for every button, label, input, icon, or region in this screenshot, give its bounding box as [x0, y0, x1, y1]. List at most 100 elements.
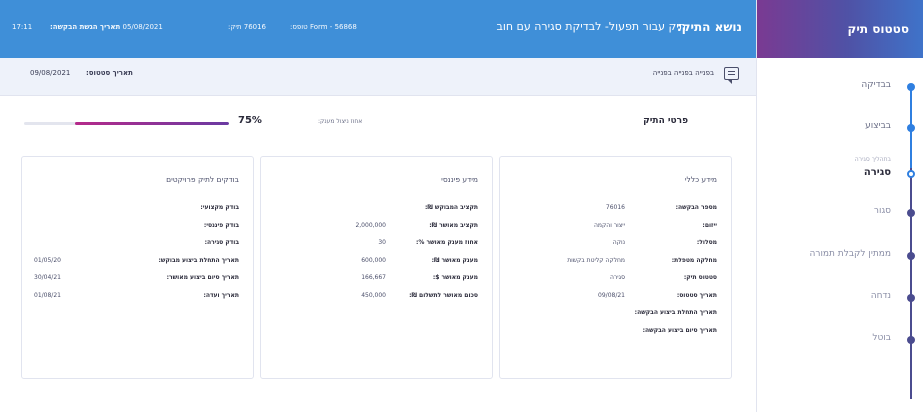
- grant-usage-percent: 75%: [238, 115, 262, 126]
- case-details: פרטי התיק אחוז ניצול מענק: 75% מידע כללי…: [0, 96, 756, 412]
- row-label: סטטוס תיק:: [683, 274, 717, 281]
- row-value: 166,667: [361, 274, 386, 281]
- case-subject-value: תיק עבור תפעול- לבדיקת סגירה עם חוב: [496, 20, 687, 33]
- timeline-step-closing[interactable]: בתהליך סגירה סגירה: [756, 156, 923, 184]
- step-current-dot-icon: [907, 170, 915, 178]
- step-label: בבדיקה: [861, 80, 891, 90]
- section-title: פרטי התיק: [643, 116, 688, 126]
- grant-usage-progress-bar: [24, 122, 229, 125]
- general-info-rows: מספר הבקשה: 76016 ייזום: ייצור והקמה מסלול…: [512, 202, 717, 342]
- step-pending-dot-icon: [907, 209, 915, 217]
- message-icon[interactable]: [724, 67, 739, 84]
- row-value: 01/08/21: [34, 291, 61, 299]
- form-value: Form - 56868: [309, 23, 357, 31]
- row-label: תקציב המבוקש ₪:: [424, 204, 478, 211]
- sidebar-header: סטטוס תיק: [757, 0, 923, 58]
- case-number-value: 76016: [243, 23, 267, 31]
- step-pending-dot-icon: [907, 336, 915, 344]
- info-row: מענק מאושר ₪: 600,000: [273, 255, 478, 273]
- info-row: בודק סגירה:: [34, 237, 239, 255]
- row-label: תאריך סטטוס:: [676, 291, 717, 299]
- row-value: 09/08/21: [598, 291, 625, 299]
- row-label: תאריך סיום ביצוע הבקשה:: [642, 326, 717, 334]
- info-row: תאריך התחלת ביצוע הבקשה:: [512, 307, 717, 325]
- general-info-card: מידע כללי מספר הבקשה: 76016 ייזום: ייצור ו…: [499, 156, 732, 379]
- grant-usage-label: אחוז ניצול מענק:: [318, 118, 363, 125]
- card-title: בודקים לתיק פרויקטים: [166, 175, 239, 184]
- row-value: נוקה: [612, 239, 625, 246]
- timeline-step-cancelled[interactable]: בוטל: [756, 330, 923, 350]
- request-date-meta: 05/08/2021 תאריך הגשת הבקשה:: [50, 23, 163, 31]
- row-value: 01/05/20: [34, 256, 61, 264]
- row-label: מספר הבקשה:: [675, 204, 717, 211]
- info-row: תקציב המבוקש ₪:: [273, 202, 478, 220]
- row-label: בודק פיננסי:: [203, 221, 239, 229]
- step-label: בביצוע: [865, 121, 891, 131]
- row-value: 76016: [605, 204, 625, 211]
- status-timeline: בבדיקה בביצוע בתהליך סגירה סגירה סגור ממ…: [756, 58, 923, 412]
- info-row: תאריך סיום ביצוע הבקשה:: [512, 325, 717, 343]
- request-date-label: תאריך הגשת הבקשה:: [50, 23, 121, 31]
- row-label: מענק מאושר ₪:: [431, 256, 478, 264]
- row-label: בודק סגירה:: [204, 239, 239, 246]
- row-value: 2,000,000: [355, 221, 386, 229]
- card-title: מידע פיננסי: [441, 175, 478, 184]
- info-row: תאריך סיום ביצוע מאושר: 30/04/21: [34, 272, 239, 290]
- status-date-value: 09/08/2021: [30, 69, 71, 77]
- row-value: ייצור והקמה: [594, 221, 625, 229]
- timeline-step-reviewing[interactable]: בבדיקה: [756, 77, 923, 97]
- case-subheader: בפנייה בפנייה בפנייה תאריך סטטוס: 09/08/…: [0, 58, 756, 96]
- info-row: סכום מאושר לתשלום ₪: 450,000: [273, 290, 478, 308]
- row-label: תאריך התחלת ביצוע מבוקש:: [158, 256, 239, 264]
- step-label: ממתין לקבלת תמורה: [809, 249, 891, 259]
- message-link[interactable]: בפנייה בפנייה בפנייה: [653, 69, 714, 77]
- row-label: ייזום:: [702, 221, 717, 229]
- reviewers-card: בודקים לתיק פרויקטים בודק מקצועי: בודק פ…: [21, 156, 254, 379]
- row-label: תאריך התחלת ביצוע הבקשה:: [634, 309, 717, 316]
- info-row: מחלקה מטפלת: מחלקה קליטת בקשות: [512, 255, 717, 273]
- row-label: מחלקה מטפלת:: [671, 256, 717, 264]
- info-row: תאריך ועדה: 01/08/21: [34, 290, 239, 308]
- info-row: תאריך התחלת ביצוע מבוקש: 01/05/20: [34, 255, 239, 273]
- form-label: טופס:: [290, 23, 308, 31]
- row-label: תאריך ועדה:: [203, 291, 239, 299]
- grant-usage-progress-fill: [75, 122, 229, 125]
- request-date-value: 05/08/2021: [122, 23, 163, 31]
- step-label: סגור: [873, 206, 891, 216]
- info-row: תאריך סטטוס: 09/08/21: [512, 290, 717, 308]
- row-value: מחלקה קליטת בקשות: [567, 256, 625, 264]
- form-meta: Form - 56868 טופס:: [290, 23, 357, 31]
- step-sublabel: בתהליך סגירה: [854, 156, 891, 163]
- timeline-step-closed[interactable]: סגור: [756, 203, 923, 223]
- row-label: סכום מאושר לתשלום ₪:: [409, 291, 478, 299]
- financial-info-card: מידע פיננסי תקציב המבוקש ₪: תקציב מאושר …: [260, 156, 493, 379]
- info-row: בודק מקצועי:: [34, 202, 239, 220]
- case-header-bar: נושא התיק: תיק עבור תפעול- לבדיקת סגירה …: [0, 0, 756, 58]
- case-subject-label: נושא התיק:: [676, 20, 742, 34]
- case-number-label: תיק:: [228, 23, 242, 31]
- row-value: סגירה: [609, 274, 625, 281]
- row-label: מענק מאושר $:: [432, 274, 478, 281]
- info-row: אחוז מענק מאושר %: 30: [273, 237, 478, 255]
- step-label: סגירה: [863, 167, 891, 178]
- row-label: בודק מקצועי:: [200, 204, 239, 211]
- info-row: מענק מאושר $: 166,667: [273, 272, 478, 290]
- row-value: 600,000: [361, 256, 386, 264]
- info-row: מסלול: נוקה: [512, 237, 717, 255]
- step-done-dot-icon: [907, 83, 915, 91]
- timeline-step-in-progress[interactable]: בביצוע: [756, 118, 923, 138]
- row-label: תקציב מאושר ₪:: [429, 221, 478, 229]
- timeline-step-rejected[interactable]: נדחה: [756, 288, 923, 308]
- row-label: מסלול:: [696, 239, 717, 246]
- row-value: 30/04/21: [34, 274, 61, 281]
- step-done-dot-icon: [907, 124, 915, 132]
- step-pending-dot-icon: [907, 294, 915, 302]
- reviewers-rows: בודק מקצועי: בודק פיננסי: בודק סגירה: תא…: [34, 202, 239, 307]
- time-value: 17:11: [12, 23, 33, 31]
- step-label: בוטל: [872, 333, 891, 343]
- financial-info-rows: תקציב המבוקש ₪: תקציב מאושר ₪: 2,000,000 …: [273, 202, 478, 307]
- status-date-label: תאריך סטטוס:: [86, 69, 133, 77]
- step-pending-dot-icon: [907, 252, 915, 260]
- step-label: נדחה: [870, 291, 891, 301]
- timeline-step-awaiting-payment[interactable]: ממתין לקבלת תמורה: [756, 246, 923, 266]
